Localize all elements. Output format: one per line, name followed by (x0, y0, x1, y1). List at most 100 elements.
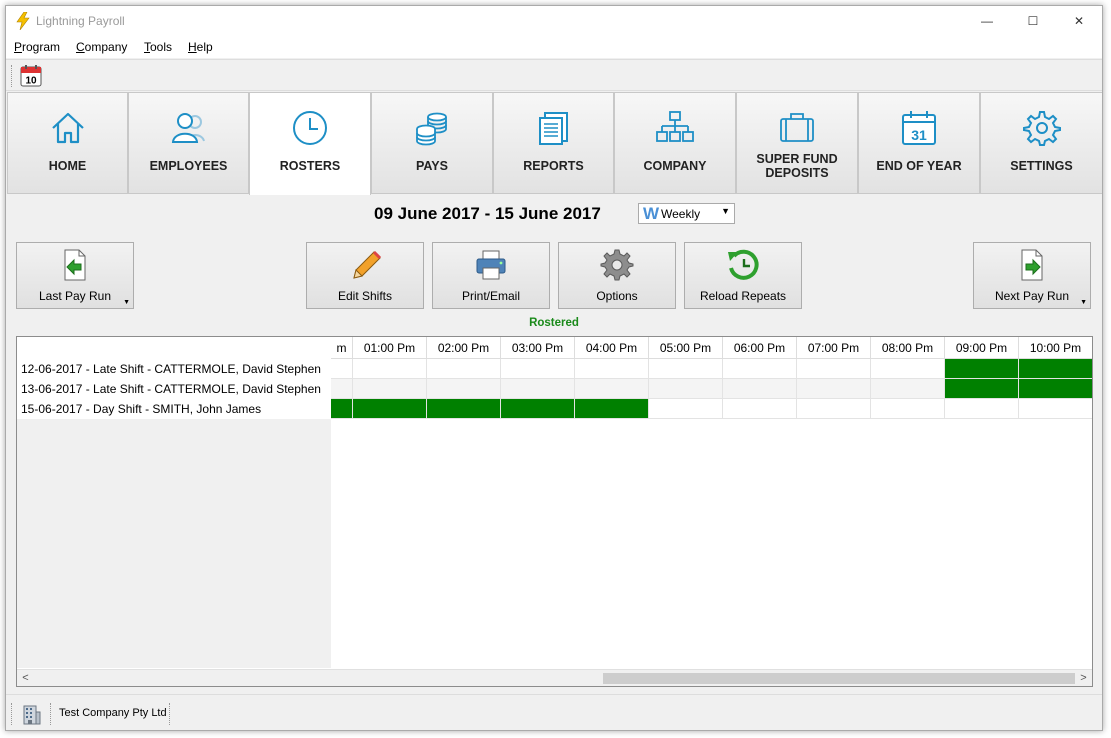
calendar-icon[interactable]: 10 (20, 65, 42, 87)
tab-home[interactable]: HOME (7, 92, 128, 194)
reload-repeats-label: Reload Repeats (699, 289, 787, 303)
pay-period-range: 09 June 2017 - 15 June 2017 (374, 204, 601, 223)
menu-tools[interactable]: Tools (144, 40, 172, 54)
menu-company[interactable]: Company (76, 40, 127, 54)
empty-cell[interactable] (723, 379, 797, 399)
shift-row-label[interactable]: 13-06-2017 - Late Shift - CATTERMOLE, Da… (17, 379, 331, 399)
empty-cell[interactable] (797, 359, 871, 379)
tab-employees-label: EMPLOYEES (149, 159, 228, 173)
dropdown-arrow-icon[interactable]: ▼ (123, 299, 130, 306)
time-column-header: 06:00 Pm (723, 337, 797, 359)
rostered-cell[interactable] (427, 399, 501, 419)
frequency-value: Weekly (661, 207, 701, 221)
dropdown-arrow-icon[interactable]: ▼ (1080, 299, 1087, 306)
empty-cell[interactable] (945, 399, 1019, 419)
empty-cell[interactable] (797, 399, 871, 419)
menu-program[interactable]: Program (14, 40, 60, 54)
empty-cell[interactable] (427, 359, 501, 379)
scroll-left-arrow[interactable]: < (17, 670, 34, 686)
forward-arrow-document-icon (1021, 249, 1043, 281)
scroll-thumb[interactable] (603, 673, 1075, 684)
tab-settings[interactable]: SETTINGS (980, 92, 1102, 194)
toolbar: 10 (6, 59, 1102, 91)
tab-reports[interactable]: REPORTS (493, 92, 614, 194)
last-pay-run-label: Last Pay Run (38, 289, 112, 303)
empty-cell[interactable] (427, 379, 501, 399)
last-pay-run-button[interactable]: Last Pay Run ▼ (16, 242, 134, 309)
edit-shifts-label: Edit Shifts (337, 289, 393, 303)
rostered-cell[interactable] (945, 379, 1019, 399)
status-grip (11, 703, 14, 725)
empty-cell[interactable] (649, 359, 723, 379)
roster-row (331, 399, 1092, 419)
reload-repeats-button[interactable]: Reload Repeats (684, 242, 802, 309)
calendar-day-text: 10 (25, 76, 37, 87)
empty-cell[interactable] (575, 379, 649, 399)
rostered-cell[interactable] (1019, 379, 1092, 399)
options-button[interactable]: Options (558, 242, 676, 309)
close-button[interactable]: ✕ (1056, 6, 1102, 36)
tab-company[interactable]: COMPANY (614, 92, 736, 194)
time-column-header: 10:00 Pm (1019, 337, 1092, 359)
shift-row-label[interactable]: 15-06-2017 - Day Shift - SMITH, John Jam… (17, 399, 331, 419)
print-email-button[interactable]: Print/Email (432, 242, 550, 309)
scroll-right-arrow[interactable]: > (1075, 670, 1092, 686)
tab-employees[interactable]: EMPLOYEES (128, 92, 249, 194)
horizontal-scrollbar[interactable]: < > (17, 669, 1092, 686)
tab-super-fund-deposits[interactable]: SUPER FUND DEPOSITS (736, 92, 858, 194)
shift-list-header (17, 337, 331, 359)
menu-help[interactable]: Help (188, 40, 213, 54)
empty-cell[interactable] (353, 379, 427, 399)
rostered-cell[interactable] (575, 399, 649, 419)
chevron-down-icon: ▼ (721, 206, 730, 216)
rostered-cell[interactable] (331, 399, 353, 419)
time-column-header: 03:00 Pm (501, 337, 575, 359)
maximize-button[interactable]: ☐ (1010, 6, 1056, 36)
tab-pays[interactable]: PAYS (371, 92, 493, 194)
empty-cell[interactable] (871, 379, 945, 399)
reload-clock-icon (728, 249, 759, 280)
print-email-label: Print/Email (461, 289, 520, 303)
rostered-cell[interactable] (501, 399, 575, 419)
empty-cell[interactable] (649, 399, 723, 419)
minimize-button[interactable]: — (964, 6, 1010, 36)
time-column-header: 09:00 Pm (945, 337, 1019, 359)
empty-cell[interactable] (723, 399, 797, 419)
toolbar-grip[interactable] (11, 65, 14, 87)
gear-icon (1022, 111, 1061, 146)
empty-cell[interactable] (1019, 399, 1092, 419)
pencil-icon (353, 250, 382, 279)
empty-cell[interactable] (331, 359, 353, 379)
rostered-cell[interactable] (353, 399, 427, 419)
rostered-cell[interactable] (1019, 359, 1092, 379)
time-column-header: 05:00 Pm (649, 337, 723, 359)
rostered-status-label: Rostered (529, 317, 579, 329)
time-column-header: 02:00 Pm (427, 337, 501, 359)
tab-rosters[interactable]: ROSTERS (249, 92, 371, 195)
tab-end-of-year[interactable]: 31 END OF YEAR (858, 92, 980, 194)
back-arrow-document-icon (64, 249, 86, 281)
empty-cell[interactable] (353, 359, 427, 379)
briefcase-icon (780, 113, 814, 142)
empty-cell[interactable] (501, 379, 575, 399)
empty-cell[interactable] (575, 359, 649, 379)
frequency-select[interactable]: W Weekly ▼ (638, 203, 735, 224)
empty-cell[interactable] (331, 379, 353, 399)
empty-cell[interactable] (649, 379, 723, 399)
org-chart-icon (656, 111, 694, 142)
edit-shifts-button[interactable]: Edit Shifts (306, 242, 424, 309)
empty-cell[interactable] (723, 359, 797, 379)
empty-cell[interactable] (797, 379, 871, 399)
shift-row-label[interactable]: 12-06-2017 - Late Shift - CATTERMOLE, Da… (17, 359, 331, 379)
tab-pays-label: PAYS (416, 159, 448, 173)
next-pay-run-label: Next Pay Run (994, 289, 1070, 303)
empty-cell[interactable] (871, 399, 945, 419)
rostered-cell[interactable] (945, 359, 1019, 379)
title-bar: Lightning Payroll — ☐ ✕ (6, 6, 1102, 36)
reports-icon (538, 112, 568, 145)
options-gear-icon (600, 249, 634, 281)
empty-cell[interactable] (871, 359, 945, 379)
empty-cell[interactable] (501, 359, 575, 379)
tab-settings-label: SETTINGS (1010, 159, 1073, 173)
next-pay-run-button[interactable]: Next Pay Run ▼ (973, 242, 1091, 309)
